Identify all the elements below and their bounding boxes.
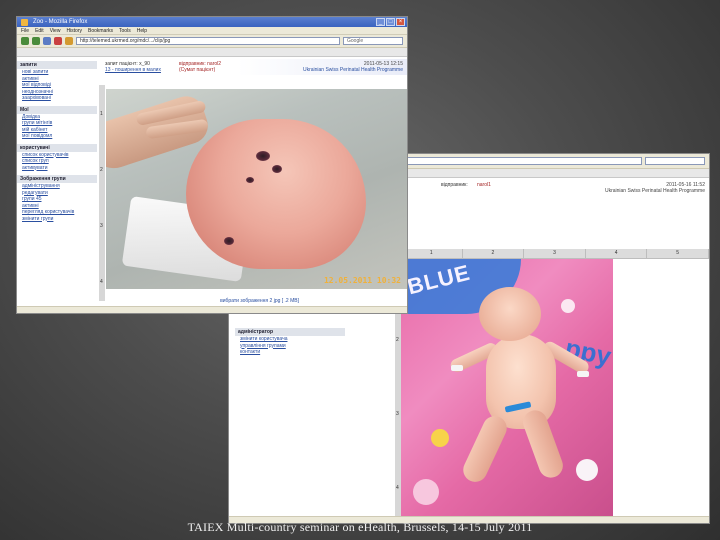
blanket-dot [561, 299, 575, 313]
image-select-link[interactable]: вибрати зображення 2 jpg [ .2 MB] [220, 298, 299, 304]
baby-wrist-band [451, 365, 463, 371]
window-controls: _ □ × [376, 18, 405, 26]
menu-tools[interactable]: Tools [119, 27, 131, 34]
front-search-input[interactable]: Google [343, 37, 403, 45]
lesion-photo[interactable]: 12.05.2011 10:32 [106, 89, 407, 289]
sidebar-item[interactable]: контакти [235, 349, 345, 356]
blanket-dot [431, 429, 449, 447]
blanket-dot [413, 479, 439, 505]
row-number: 2 [100, 167, 103, 173]
row-number: 4 [100, 279, 103, 285]
front-menu-bar: File Edit View History Bookmarks Tools H… [17, 27, 407, 35]
skin-lesion [224, 237, 234, 245]
menu-bookmarks[interactable]: Bookmarks [88, 27, 113, 34]
sidebar-heading: Мої [17, 105, 97, 114]
skin-lesion [272, 165, 282, 173]
forward-arrow-icon[interactable] [32, 37, 40, 45]
close-button[interactable]: × [396, 18, 405, 26]
column-header-cell: 5 [647, 249, 709, 258]
front-case-header: запит пацієнт: x_90 13 - поширення в мал… [99, 59, 407, 75]
row-number: 2 [396, 337, 399, 343]
back-arrow-icon[interactable] [21, 37, 29, 45]
sender-label: відправник: [441, 182, 468, 188]
photo-timestamp: 12.05.2011 10:32 [323, 276, 401, 285]
menu-help[interactable]: Help [137, 27, 147, 34]
maximize-button[interactable]: □ [386, 18, 395, 26]
sender-patient: (Сумат пацієнт) [179, 67, 216, 73]
baby-head [479, 287, 541, 341]
slide-caption: TAIEX Multi-country seminar on eHealth, … [187, 520, 533, 534]
row-number: 3 [100, 223, 103, 229]
skin-lesion [246, 177, 254, 183]
menu-history[interactable]: History [66, 27, 82, 34]
front-address-bar[interactable]: http://telemed.ukrmed.org/mdc/.../clip/j… [76, 37, 340, 45]
column-header-cell: 3 [524, 249, 586, 258]
sender-value[interactable]: narol1 [477, 182, 491, 188]
front-toolbar: http://telemed.ukrmed.org/mdc/.../clip/j… [17, 35, 407, 48]
program-name: Ukrainian Swiss Perinatal Health Program… [604, 188, 705, 194]
front-tab-row [17, 48, 407, 57]
sidebar-heading: запити [17, 61, 97, 69]
reload-icon[interactable] [43, 37, 51, 45]
newborn-photo[interactable]: BLUE ppy [401, 259, 613, 517]
menu-file[interactable]: File [21, 27, 29, 34]
front-row-number-column: 1 2 3 4 [99, 85, 105, 301]
menu-view[interactable]: View [50, 27, 61, 34]
home-icon[interactable] [65, 37, 73, 45]
sidebar-heading: користувачі [17, 143, 97, 152]
column-header-cell: 2 [463, 249, 525, 258]
row-number: 4 [396, 485, 399, 491]
stop-icon[interactable] [54, 37, 62, 45]
front-browser-window: Zoo - Mozilla Firefox _ □ × File Edit Vi… [16, 16, 408, 314]
baby-left-leg [459, 412, 511, 486]
back-header-info: 2011-05-16 11:52 Ukrainian Swiss Perinat… [605, 182, 705, 194]
window-title: Zoo - Mozilla Firefox [33, 19, 88, 25]
firefox-icon [21, 19, 28, 26]
sender-info: відправник: narol2 (Сумат пацієнт) [179, 61, 221, 73]
front-title-bar: Zoo - Mozilla Firefox _ □ × [17, 17, 407, 27]
baby-right-leg [519, 407, 567, 481]
sidebar-item[interactable]: змінити групи [17, 216, 97, 223]
back-column-header: 1 2 3 4 5 [401, 249, 709, 259]
back-sidebar: адміністратор змінити користувача управл… [235, 324, 345, 356]
sidebar-item[interactable]: заархівовані [17, 95, 97, 102]
program-name: Ukrainian Swiss Perinatal Health Program… [302, 67, 403, 73]
sidebar-heading: адміністратор [235, 328, 345, 336]
front-header-info: 2011-05-13 12:15 Ukrainian Swiss Perinat… [303, 61, 403, 73]
back-case-header: відправник: narol1 2011-05-16 11:52 Ukra… [401, 180, 709, 196]
back-search-input[interactable] [645, 157, 705, 165]
sidebar-item[interactable]: мої повідомл [17, 133, 97, 140]
menu-edit[interactable]: Edit [35, 27, 44, 34]
request-info: запит пацієнт: x_90 13 - поширення в мал… [105, 61, 161, 73]
sidebar-item[interactable]: активувати [17, 165, 97, 172]
baby-body [486, 334, 556, 429]
front-sidebar: запити нові запити активні мої відповіді… [17, 57, 97, 222]
sidebar-heading: Зображення групи [17, 175, 97, 183]
column-header-cell: 4 [586, 249, 648, 258]
minimize-button[interactable]: _ [376, 18, 385, 26]
row-number: 1 [100, 111, 103, 117]
skin-lesion [256, 151, 270, 161]
blanket-dot [576, 459, 598, 481]
infant-thigh [186, 119, 366, 269]
row-number: 3 [396, 411, 399, 417]
front-status-bar [17, 306, 407, 313]
request-category[interactable]: 13 - поширення в малих [105, 67, 161, 73]
baby-wrist-band [577, 371, 589, 377]
column-header-cell: 1 [401, 249, 463, 258]
